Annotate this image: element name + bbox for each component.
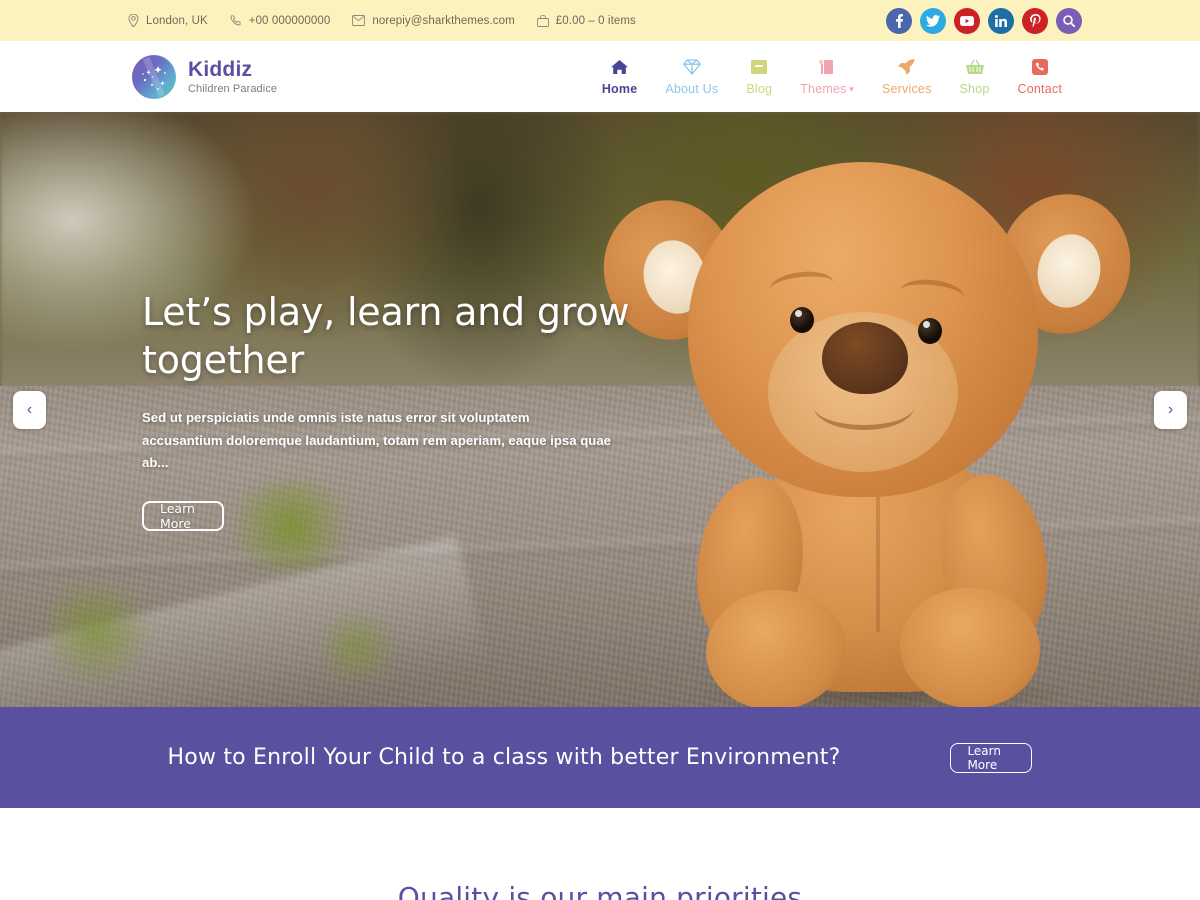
archive-box-icon [751,57,768,77]
quality-section: Quality is our main priorities [0,808,1200,900]
twitter-icon[interactable] [920,7,946,34]
phone-icon [230,14,242,27]
nav-item-about-us[interactable]: About Us [651,57,732,96]
site-header: Kiddiz Children Paradice Home About Us B… [0,41,1200,112]
chevron-right-icon: › [1167,400,1174,418]
pinterest-icon[interactable] [1022,7,1048,34]
brand-logo[interactable]: Kiddiz Children Paradice [132,54,277,99]
nav-label-themes: Themes [800,82,854,96]
diamond-icon [682,57,701,77]
topbar-phone[interactable]: +00 000000000 [230,15,331,27]
logo-mark-icon [132,54,176,99]
nav-label-blog: Blog [746,82,773,96]
nav-item-contact[interactable]: Contact [1004,57,1076,96]
envelope-icon [352,15,366,26]
search-icon[interactable] [1056,7,1082,34]
topbar-email-text: norepiy@sharkthemes.com [372,14,515,27]
nav-item-shop[interactable]: Shop [946,57,1004,96]
brand-name: Kiddiz [188,57,253,81]
cta-banner: How to Enroll Your Child to a class with… [0,707,1200,808]
brand-tagline: Children Paradice [188,82,278,95]
nav-item-home[interactable]: Home [588,57,652,96]
topbar-location: London, UK [128,14,208,27]
hero-description: Sed ut perspiciatis unde omnis iste natu… [142,410,612,471]
phone-square-icon [1031,57,1048,77]
topbar-location-text: London, UK [146,14,208,27]
slider-next-button[interactable]: › [1154,390,1187,429]
hero-content: Let’s play, learn and grow together Sed … [142,112,632,707]
top-bar: London, UK +00 000000000 norepiy@sharkth… [0,0,1200,41]
nav-label-about-us: About Us [665,82,719,96]
hero-title: Let’s play, learn and grow together [142,289,630,383]
location-pin-icon [128,14,139,27]
nav-label-shop: Shop [959,82,990,96]
nav-item-services[interactable]: Services [868,57,946,96]
facebook-icon[interactable] [886,7,912,34]
shopping-bag-icon [536,14,549,27]
linkedin-icon[interactable] [988,7,1014,34]
basket-icon [965,57,984,77]
topbar-cart[interactable]: £0.00 – 0 items [536,14,636,27]
teddy-bear-illustration [590,122,1160,707]
book-icon [819,57,835,77]
brand-text: Kiddiz Children Paradice [188,59,277,95]
cta-title: How to Enroll Your Child to a class with… [167,745,841,770]
youtube-icon[interactable] [954,7,980,34]
nav-label-home: Home [601,82,638,96]
topbar-cart-text: £0.00 – 0 items [555,14,636,27]
topbar-email[interactable]: norepiy@sharkthemes.com [352,14,515,27]
section-title: Quality is our main priorities [397,881,803,900]
cta-learn-more-button[interactable]: Learn More [950,742,1033,773]
home-icon [611,57,629,77]
social-links [886,7,1082,34]
slider-prev-button[interactable]: ‹ [13,390,46,429]
topbar-phone-text: +00 000000000 [248,14,331,27]
nav-item-themes[interactable]: Themes [786,57,868,96]
nav-label-contact: Contact [1017,82,1062,96]
main-navigation: Home About Us Blog Themes Services [588,57,1076,96]
rocket-icon [898,57,915,77]
nav-item-blog[interactable]: Blog [732,57,786,96]
nav-label-services: Services [881,82,932,96]
chevron-left-icon: ‹ [26,400,33,418]
hero-slider: Let’s play, learn and grow together Sed … [0,112,1200,707]
top-contact-info: London, UK +00 000000000 norepiy@sharkth… [128,14,636,27]
hero-learn-more-button[interactable]: Learn More [142,501,224,532]
